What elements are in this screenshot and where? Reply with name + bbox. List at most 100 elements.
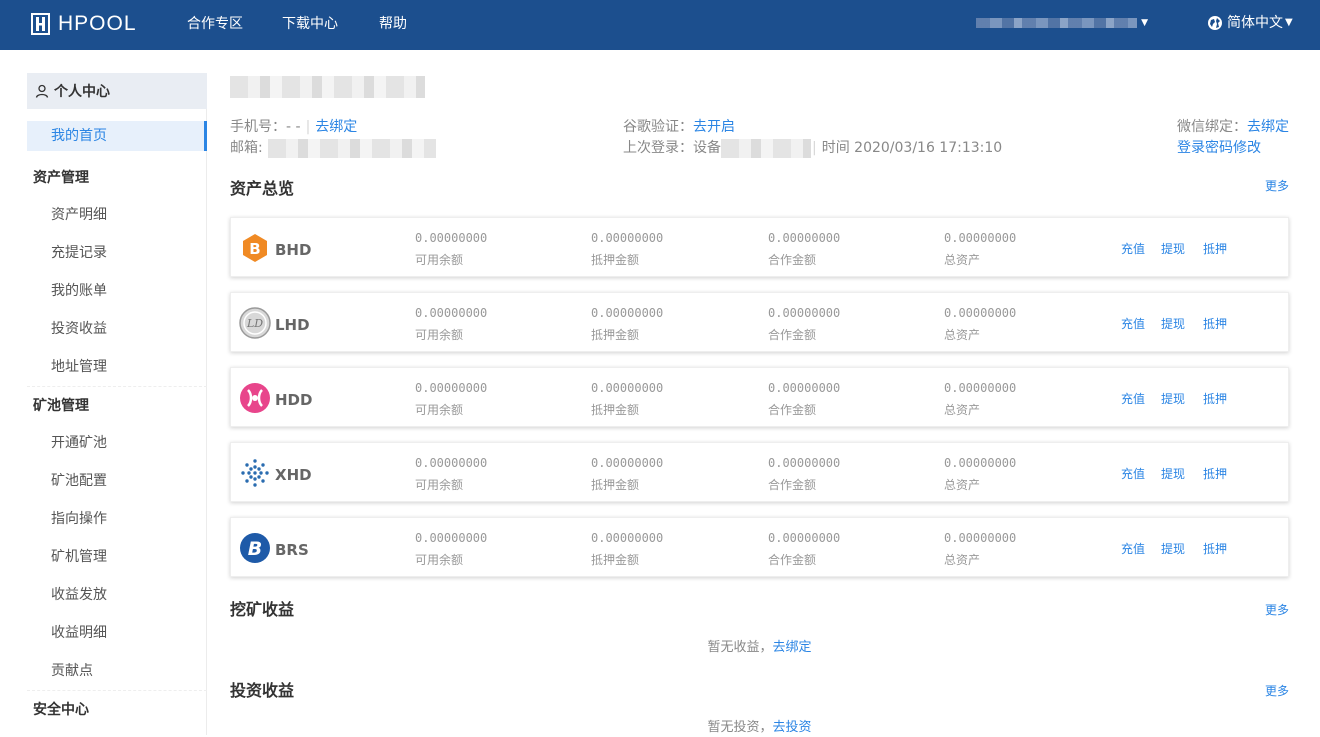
sidebar-item-pool-config[interactable]: 矿池配置 <box>51 472 107 490</box>
hpool-logo[interactable]: HPOOL <box>31 12 137 36</box>
sidebar-item-investment-income[interactable]: 投资收益 <box>51 320 107 338</box>
deposit-button-brs[interactable]: 充值 <box>1121 541 1145 557</box>
pledged-amount-label: 抵押金额 <box>591 478 640 492</box>
nav-cooperation[interactable]: 合作专区 <box>187 15 243 33</box>
cooperation-amount-value: 0.00000000 <box>768 306 841 320</box>
sidebar: 个人中心 我的首页 资产管理 资产明细 充提记录 我的账单 投资收益 地址管理 … <box>27 73 207 735</box>
withdraw-button-xhd[interactable]: 提现 <box>1161 466 1185 482</box>
cooperation-amount-label: 合作金额 <box>768 253 817 267</box>
available-balance-label: 可用余额 <box>415 553 464 567</box>
total-assets-value: 0.00000000 <box>944 456 1017 470</box>
assets-more-link[interactable]: 更多 <box>1265 178 1289 194</box>
phone-bind-link[interactable]: 去绑定 <box>315 119 357 135</box>
cooperation-amount-value: 0.00000000 <box>768 381 841 395</box>
cooperation-amount-value: 0.00000000 <box>768 531 841 545</box>
investment-empty-text: 暂无投资， <box>707 720 773 735</box>
caret-down-icon: ▼ <box>1285 17 1293 28</box>
available-balance-label: 可用余额 <box>415 328 464 342</box>
phone-row: 手机号：- - | 去绑定 <box>230 118 357 136</box>
sidebar-item-contribution[interactable]: 贡献点 <box>51 662 93 680</box>
google-auth-label: 谷歌验证： <box>623 119 693 135</box>
email-label: 邮箱: <box>230 140 263 156</box>
asset-card-bhd: B BHD 0.00000000 可用余额 0.00000000 抵押金额 0.0000… <box>230 217 1289 277</box>
phone-label: 手机号：- - <box>230 119 301 135</box>
device-redacted <box>721 139 811 158</box>
deposit-button-xhd[interactable]: 充值 <box>1121 466 1145 482</box>
investment-more-link[interactable]: 更多 <box>1265 683 1289 699</box>
coin-name: BRS <box>275 541 309 559</box>
hdd-coin-icon <box>239 382 271 418</box>
sidebar-section-assets: 资产管理 <box>33 170 89 186</box>
total-assets-label: 总资产 <box>944 328 981 342</box>
asset-card-brs: B BRS 0.00000000 可用余额 0.00000000 抵押金额 0.0000… <box>230 517 1289 577</box>
available-balance-label: 可用余额 <box>415 253 464 267</box>
available-balance-value: 0.00000000 <box>415 231 488 245</box>
sidebar-item-address-management[interactable]: 地址管理 <box>51 358 107 376</box>
pledged-amount-value: 0.00000000 <box>591 456 664 470</box>
available-balance-value: 0.00000000 <box>415 531 488 545</box>
sidebar-title: 个人中心 <box>54 84 110 100</box>
language-selector[interactable]: 简体中文 ▼ <box>1207 14 1293 32</box>
google-auth-row: 谷歌验证：去开启 <box>623 118 735 136</box>
deposit-button-hdd[interactable]: 充值 <box>1121 391 1145 407</box>
change-password-link[interactable]: 登录密码修改 <box>1177 140 1261 156</box>
mining-bind-link[interactable]: 去绑定 <box>773 640 812 655</box>
withdraw-button-bhd[interactable]: 提现 <box>1161 241 1185 257</box>
total-assets-value: 0.00000000 <box>944 531 1017 545</box>
globe-icon <box>1208 16 1222 30</box>
language-label: 简体中文 <box>1227 15 1283 31</box>
pledge-button-bhd[interactable]: 抵押 <box>1203 241 1227 257</box>
svg-text:LD: LD <box>246 317 263 330</box>
divider: | <box>305 119 311 135</box>
pledge-button-xhd[interactable]: 抵押 <box>1203 466 1227 482</box>
available-balance-label: 可用余额 <box>415 403 464 417</box>
cooperation-amount-value: 0.00000000 <box>768 456 841 470</box>
sidebar-item-asset-detail[interactable]: 资产明细 <box>51 206 107 224</box>
coin-brs: B BRS <box>239 532 309 568</box>
sidebar-item-payouts[interactable]: 收益发放 <box>51 586 107 604</box>
sidebar-item-my-bills[interactable]: 我的账单 <box>51 282 107 300</box>
mining-section-title: 挖矿收益 <box>230 600 295 619</box>
asset-card-xhd: XHD 0.00000000 可用余额 0.00000000 抵押金额 0.000000… <box>230 442 1289 502</box>
sidebar-header: 个人中心 <box>27 73 207 109</box>
sidebar-item-deposit-records[interactable]: 充提记录 <box>51 244 107 262</box>
pledged-amount-value: 0.00000000 <box>591 531 664 545</box>
nav-help[interactable]: 帮助 <box>379 15 407 33</box>
pledged-amount-label: 抵押金额 <box>591 328 640 342</box>
cooperation-amount-label: 合作金额 <box>768 478 817 492</box>
wechat-bind-link[interactable]: 去绑定 <box>1247 119 1289 135</box>
total-assets-label: 总资产 <box>944 478 981 492</box>
sidebar-item-open-pool[interactable]: 开通矿池 <box>51 434 107 452</box>
investment-section-title: 投资收益 <box>230 681 295 700</box>
withdraw-button-hdd[interactable]: 提现 <box>1161 391 1185 407</box>
deposit-button-lhd[interactable]: 充值 <box>1121 316 1145 332</box>
assets-section-title: 资产总览 <box>230 179 295 198</box>
account-menu[interactable]: ▼ <box>976 17 1148 29</box>
pledge-button-lhd[interactable]: 抵押 <box>1203 316 1227 332</box>
withdraw-button-lhd[interactable]: 提现 <box>1161 316 1185 332</box>
coin-hdd: HDD <box>239 382 312 418</box>
coin-name: XHD <box>275 466 312 484</box>
bhd-coin-icon: B <box>239 232 271 268</box>
invest-link[interactable]: 去投资 <box>773 720 812 735</box>
pledge-button-hdd[interactable]: 抵押 <box>1203 391 1227 407</box>
wechat-row: 微信绑定：去绑定 <box>1177 118 1289 136</box>
username-redacted <box>230 76 425 98</box>
sidebar-item-income-detail[interactable]: 收益明细 <box>51 624 107 642</box>
pledge-button-brs[interactable]: 抵押 <box>1203 541 1227 557</box>
mining-more-link[interactable]: 更多 <box>1265 602 1289 618</box>
lhd-coin-icon: LD <box>239 307 271 343</box>
deposit-button-bhd[interactable]: 充值 <box>1121 241 1145 257</box>
nav-download[interactable]: 下载中心 <box>282 15 338 33</box>
withdraw-button-brs[interactable]: 提现 <box>1161 541 1185 557</box>
sidebar-item-pointing[interactable]: 指向操作 <box>51 510 107 528</box>
sidebar-section-security[interactable]: 安全中心 <box>33 701 89 719</box>
google-auth-enable-link[interactable]: 去开启 <box>693 119 735 135</box>
sidebar-item-home[interactable]: 我的首页 <box>27 121 207 151</box>
coin-bhd: B BHD <box>239 232 311 268</box>
email-row: 邮箱: <box>230 139 263 157</box>
account-name-redacted <box>976 18 1138 28</box>
available-balance-value: 0.00000000 <box>415 381 488 395</box>
pledged-amount-label: 抵押金额 <box>591 553 640 567</box>
sidebar-item-miner-management[interactable]: 矿机管理 <box>51 548 107 566</box>
